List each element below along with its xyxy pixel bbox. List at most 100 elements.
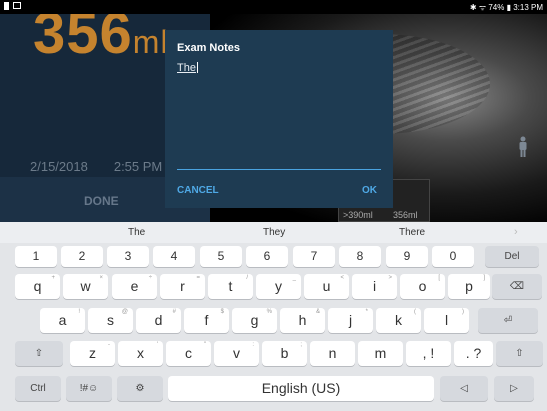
key-label: 7 bbox=[310, 249, 318, 263]
key-label: Ctrl bbox=[30, 383, 46, 394]
key-label: e bbox=[130, 278, 139, 294]
key-secondary-label: ! bbox=[78, 309, 80, 315]
key-6[interactable]: 6 bbox=[246, 246, 288, 267]
period-key[interactable]: . ? bbox=[454, 341, 493, 366]
key-label: 2 bbox=[78, 249, 86, 263]
key-label: g bbox=[250, 312, 259, 328]
exam-notes-dialog: Exam Notes The CANCEL OK bbox=[165, 30, 393, 208]
cursor-left-key[interactable]: ◁ bbox=[440, 376, 488, 401]
key-d[interactable]: d # bbox=[136, 308, 181, 333]
symbols-emoji-key[interactable]: !#☺ bbox=[66, 376, 112, 401]
key-m[interactable]: m bbox=[358, 341, 403, 366]
settings-gear-key[interactable]: ⚙ bbox=[117, 376, 163, 401]
key-n[interactable]: n bbox=[310, 341, 355, 366]
done-button[interactable]: DONE bbox=[84, 194, 119, 208]
key-8[interactable]: 8 bbox=[339, 246, 381, 267]
key-label: d bbox=[154, 312, 163, 328]
cursor-right-key[interactable]: ▷ bbox=[494, 376, 534, 401]
ok-button[interactable]: OK bbox=[362, 185, 377, 196]
key-h[interactable]: h & bbox=[280, 308, 325, 333]
key-r[interactable]: r = bbox=[160, 274, 205, 299]
key-label: 1 bbox=[32, 249, 40, 263]
key-7[interactable]: 7 bbox=[293, 246, 335, 267]
status-bar: ✱ ᯤ 74% ▮ 3:13 PM bbox=[0, 0, 547, 14]
suggestion-1[interactable]: The bbox=[128, 227, 145, 238]
key-label: k bbox=[395, 312, 402, 328]
image-notification-icon bbox=[13, 2, 21, 9]
key-4[interactable]: 4 bbox=[153, 246, 195, 267]
key-secondary-label: ( bbox=[414, 309, 416, 315]
key-5[interactable]: 5 bbox=[200, 246, 242, 267]
patient-person-icon[interactable] bbox=[518, 136, 528, 158]
key-q[interactable]: q + bbox=[15, 274, 60, 299]
key-0[interactable]: 0 bbox=[432, 246, 474, 267]
key-label: 8 bbox=[356, 249, 364, 263]
delete-key[interactable]: Del bbox=[485, 246, 539, 267]
shift-key[interactable]: ⇧ bbox=[496, 341, 543, 366]
key-label: . ? bbox=[465, 345, 482, 361]
key-secondary-label: : bbox=[252, 342, 254, 348]
ctrl-key[interactable]: Ctrl bbox=[15, 376, 61, 401]
key-i[interactable]: i > bbox=[352, 274, 397, 299]
suggestion-bar: The They There › bbox=[0, 222, 547, 243]
key-j[interactable]: j * bbox=[328, 308, 373, 333]
key-y[interactable]: y _ bbox=[256, 274, 301, 299]
key-w[interactable]: w × bbox=[63, 274, 108, 299]
shift-key[interactable]: ⇧ bbox=[15, 341, 63, 366]
volume-unit: ml bbox=[132, 24, 169, 60]
bladder-volume-readout: 356ml bbox=[33, 14, 169, 67]
key-label: Del bbox=[504, 251, 520, 262]
enter-key[interactable]: ⏎ bbox=[478, 308, 538, 333]
key-1[interactable]: 1 bbox=[15, 246, 57, 267]
key-label: ⚙ bbox=[135, 383, 145, 394]
cancel-button[interactable]: CANCEL bbox=[177, 185, 219, 196]
key-label: 4 bbox=[170, 249, 178, 263]
key-o[interactable]: o[ bbox=[400, 274, 445, 299]
key-secondary-label: < bbox=[340, 275, 344, 281]
key-2[interactable]: 2 bbox=[61, 246, 103, 267]
key-b[interactable]: b; bbox=[262, 341, 307, 366]
key-secondary-label: [ bbox=[438, 275, 440, 281]
key-t[interactable]: t / bbox=[208, 274, 253, 299]
comma-key[interactable]: , ! bbox=[406, 341, 451, 366]
key-x[interactable]: x ' bbox=[118, 341, 163, 366]
key-label: ⏎ bbox=[503, 315, 513, 326]
suggestion-3[interactable]: There bbox=[399, 227, 425, 238]
key-a[interactable]: a! bbox=[40, 308, 85, 333]
key-e[interactable]: e ÷ bbox=[112, 274, 157, 299]
key-label: t bbox=[228, 278, 233, 294]
key-l[interactable]: l) bbox=[424, 308, 469, 333]
suggestion-2[interactable]: They bbox=[263, 227, 285, 238]
key-label: n bbox=[328, 345, 337, 361]
key-p[interactable]: p] bbox=[448, 274, 490, 299]
notes-text-field[interactable]: The bbox=[177, 62, 198, 74]
key-z[interactable]: z- bbox=[70, 341, 115, 366]
backspace-key[interactable]: ⌫ bbox=[492, 274, 542, 299]
space-bar[interactable]: English (US) bbox=[168, 376, 434, 401]
key-label: ▷ bbox=[510, 383, 518, 394]
key-secondary-label: _ bbox=[292, 275, 296, 281]
key-label: u bbox=[322, 278, 331, 294]
key-label: 0 bbox=[449, 249, 457, 263]
key-3[interactable]: 3 bbox=[107, 246, 149, 267]
status-icons-left bbox=[4, 2, 21, 10]
key-g[interactable]: g% bbox=[232, 308, 277, 333]
key-label: ◁ bbox=[460, 383, 468, 394]
key-f[interactable]: f $ bbox=[184, 308, 229, 333]
key-9[interactable]: 9 bbox=[386, 246, 428, 267]
text-field-underline bbox=[177, 169, 381, 170]
key-s[interactable]: s @ bbox=[88, 308, 133, 333]
key-u[interactable]: u < bbox=[304, 274, 349, 299]
key-v[interactable]: v: bbox=[214, 341, 259, 366]
key-label: i bbox=[372, 278, 377, 294]
key-label: !#☺ bbox=[79, 383, 99, 394]
key-secondary-label: # bbox=[172, 309, 176, 315]
key-k[interactable]: k( bbox=[376, 308, 421, 333]
key-label: , ! bbox=[422, 345, 435, 361]
more-suggestions-icon[interactable]: › bbox=[514, 226, 518, 238]
key-secondary-label: ] bbox=[483, 275, 485, 281]
thumbnail-label-2: 356ml bbox=[393, 210, 418, 220]
key-secondary-label: ÷ bbox=[148, 275, 152, 281]
key-c[interactable]: c " bbox=[166, 341, 211, 366]
key-secondary-label: * bbox=[365, 309, 368, 315]
